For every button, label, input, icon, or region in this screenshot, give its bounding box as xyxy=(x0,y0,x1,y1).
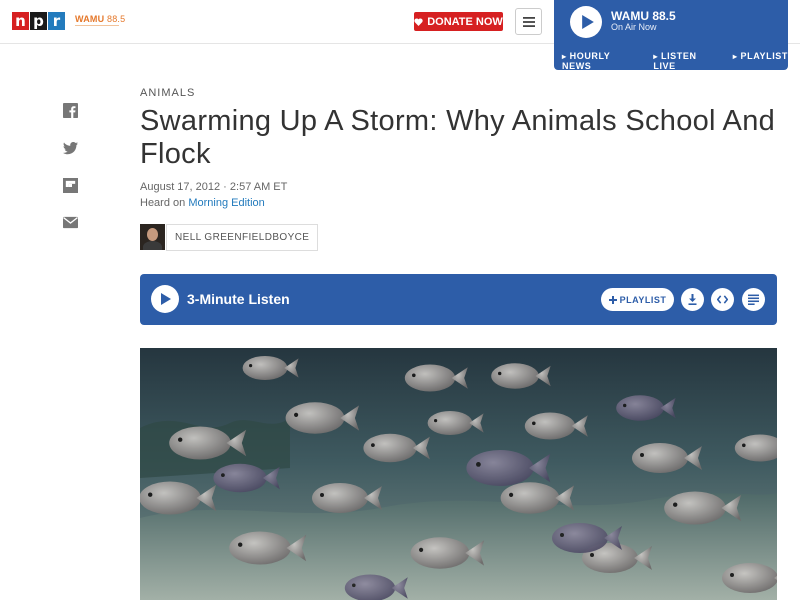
menu-button[interactable] xyxy=(515,8,542,35)
logo-letter-p: p xyxy=(30,12,47,30)
email-icon xyxy=(62,216,78,228)
author-avatar[interactable] xyxy=(140,224,165,250)
facebook-share-button[interactable] xyxy=(62,102,78,118)
section-label[interactable]: ANIMALS xyxy=(140,87,195,99)
hamburger-menu-icon xyxy=(522,16,535,27)
fish-school-image xyxy=(140,348,777,600)
station-freq: 88.5 xyxy=(107,14,126,24)
audio-title: 3-Minute Listen xyxy=(187,291,290,307)
add-to-playlist-button[interactable]: PLAYLIST xyxy=(601,288,674,311)
plus-icon xyxy=(608,295,617,304)
page-title: Swarming Up A Storm: Why Animals School … xyxy=(140,105,776,170)
logo-letter-r: r xyxy=(48,12,65,30)
article-photo xyxy=(140,348,777,600)
embed-button[interactable] xyxy=(711,288,734,311)
dateline: August 17, 2012 · 2:57 AM ET xyxy=(140,181,288,193)
donate-button[interactable]: DONATE NOW xyxy=(414,12,503,31)
play-icon xyxy=(161,293,171,305)
twitter-icon xyxy=(62,141,78,154)
embed-icon xyxy=(717,295,728,304)
play-icon xyxy=(581,15,594,29)
audio-player: 3-Minute Listen PLAYLIST xyxy=(140,274,777,325)
live-status: On Air Now xyxy=(611,22,657,32)
transcript-icon xyxy=(748,294,759,305)
twitter-share-button[interactable] xyxy=(62,140,78,156)
author-name[interactable]: NELL GREENFIELDBOYCE xyxy=(166,224,319,251)
flipboard-share-button[interactable] xyxy=(62,177,78,193)
live-station-title: WAMU 88.5 xyxy=(611,9,676,23)
hourly-news-link[interactable]: HOURLY NEWS xyxy=(562,51,641,71)
program-link[interactable]: Morning Edition xyxy=(188,197,264,209)
npr-logo[interactable]: n p r xyxy=(12,12,66,30)
audio-play-button[interactable] xyxy=(151,285,179,313)
program-credit: Heard on Morning Edition xyxy=(140,197,265,209)
facebook-icon xyxy=(62,102,78,118)
email-share-button[interactable] xyxy=(62,214,78,230)
station-tagline-rule xyxy=(75,25,119,28)
heard-on-label: Heard on xyxy=(140,197,186,209)
playlist-link[interactable]: PLAYLIST xyxy=(733,51,788,71)
transcript-button[interactable] xyxy=(742,288,765,311)
live-links: HOURLY NEWS LISTEN LIVE PLAYLIST xyxy=(562,51,788,71)
listen-live-link[interactable]: LISTEN LIVE xyxy=(653,51,721,71)
flipboard-icon xyxy=(62,177,78,193)
heart-icon xyxy=(414,17,423,26)
byline[interactable]: NELL GREENFIELDBOYCE xyxy=(140,224,319,251)
live-play-button[interactable] xyxy=(570,6,602,38)
logo-letter-n: n xyxy=(12,12,29,30)
station-logo[interactable]: WAMU 88.5 xyxy=(75,14,125,28)
live-radio-player: WAMU 88.5 On Air Now HOURLY NEWS LISTEN … xyxy=(554,0,788,71)
download-button[interactable] xyxy=(681,288,704,311)
donate-label: DONATE NOW xyxy=(427,15,503,28)
station-name: WAMU xyxy=(75,14,105,24)
playlist-button-label: PLAYLIST xyxy=(619,294,667,305)
download-icon xyxy=(688,294,697,305)
